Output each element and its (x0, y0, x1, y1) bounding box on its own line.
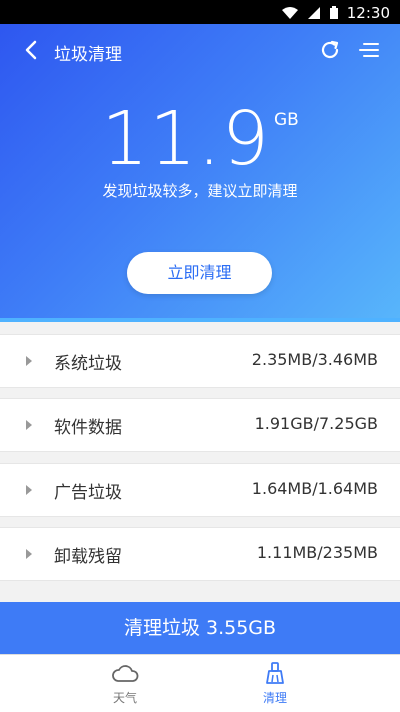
category-name: 卸载残留 (54, 547, 122, 567)
tab-label: 天气 (112, 691, 137, 705)
tab-clean[interactable]: 清理 (235, 661, 315, 706)
category-row-software[interactable]: 软件数据 1.91GB/7.25GB (0, 398, 400, 452)
expand-arrow-icon (26, 485, 32, 495)
status-time: 12:30 (346, 4, 390, 22)
tab-weather[interactable]: 天气 (85, 661, 165, 706)
wifi-icon (282, 6, 298, 19)
signal-icon (308, 6, 320, 19)
category-name: 软件数据 (54, 418, 122, 438)
expand-arrow-icon (26, 356, 32, 366)
cloud-icon (112, 665, 139, 682)
junk-size-readout: 11.9 GB (0, 96, 400, 182)
battery-icon (330, 6, 338, 19)
status-bar: 12:30 (0, 0, 400, 24)
category-row-ads[interactable]: 广告垃圾 1.64MB/1.64MB (0, 463, 400, 517)
category-size: 1.64MB/1.64MB (251, 479, 378, 498)
page-title: 垃圾清理 (54, 45, 122, 65)
category-size: 2.35MB/3.46MB (251, 350, 378, 369)
clean-now-button[interactable]: 立即清理 (127, 252, 272, 294)
clean-junk-button[interactable]: 清理垃圾 3.55GB (0, 602, 400, 654)
category-row-uninstall[interactable]: 卸载残留 1.11MB/235MB (0, 527, 400, 581)
category-row-system[interactable]: 系统垃圾 2.35MB/3.46MB (0, 334, 400, 388)
category-name: 广告垃圾 (54, 483, 122, 503)
bottom-tab-bar: 天气 清理 (0, 654, 400, 712)
cleanup-summary-panel: 垃圾清理 11.9 GB 发现垃圾较多，建议立即清理 立即清理 (0, 24, 400, 322)
expand-arrow-icon (26, 420, 32, 430)
back-arrow-icon[interactable] (20, 38, 44, 62)
tab-label: 清理 (262, 691, 287, 705)
refresh-icon[interactable] (318, 38, 342, 62)
panel-divider (0, 318, 400, 322)
category-size: 1.91GB/7.25GB (254, 414, 378, 433)
junk-size-value: 11.9 (101, 96, 270, 182)
menu-icon[interactable] (358, 38, 380, 62)
broom-icon (266, 662, 284, 684)
category-name: 系统垃圾 (54, 354, 122, 374)
junk-size-unit: GB (273, 110, 299, 130)
category-size: 1.11MB/235MB (256, 543, 378, 562)
expand-arrow-icon (26, 549, 32, 559)
junk-hint-text: 发现垃圾较多，建议立即清理 (102, 182, 298, 200)
